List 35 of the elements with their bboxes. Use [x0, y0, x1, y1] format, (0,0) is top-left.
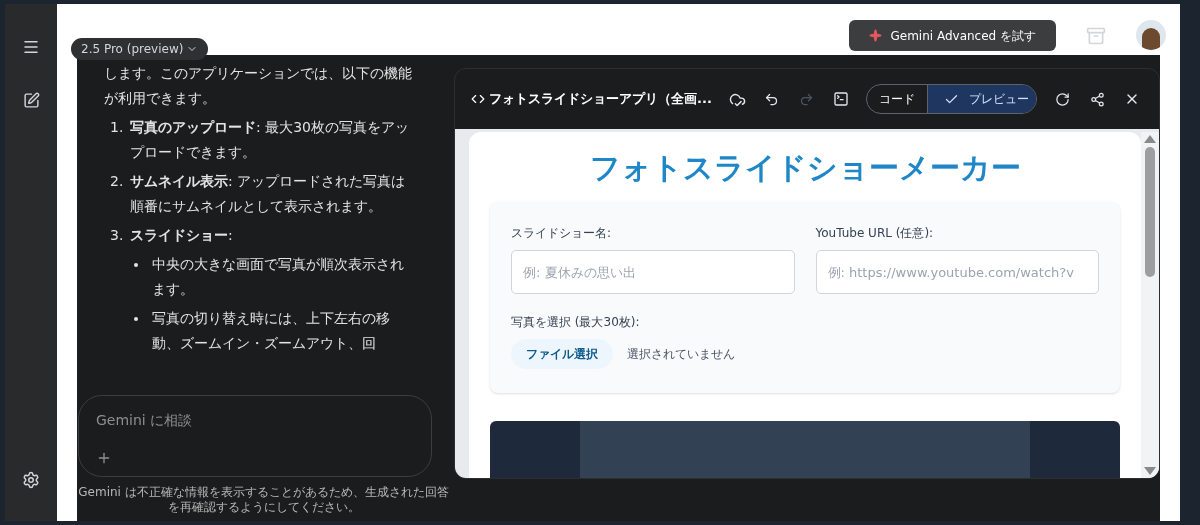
bullet-icon [134, 317, 138, 321]
upgrade-button[interactable]: Gemini Advanced を試す [849, 20, 1056, 51]
bullet-icon [134, 263, 138, 267]
view-tab[interactable]: コード [867, 85, 928, 113]
field-label: スライドショー名: [511, 225, 613, 242]
settings-icon[interactable] [22, 471, 40, 489]
scrollbar[interactable] [1141, 132, 1159, 478]
field-label: YouTube URL (任意): [815, 225, 935, 242]
text-field[interactable]: 例: 夏休みの思い出 [511, 250, 795, 294]
code-icon [471, 92, 485, 106]
text-field[interactable]: 例: https://www.youtube.com/watch?v [815, 250, 1099, 294]
edit-icon[interactable] [22, 92, 40, 109]
prompt-input[interactable]: Gemini に相談 [96, 410, 414, 431]
prompt-field[interactable]: Gemini に相談 [78, 395, 432, 477]
avatar[interactable] [1136, 20, 1166, 50]
bullet-text: 写真の切り替え時には、上下左右の移動、ズームイン・ズームアウト、回 [152, 309, 391, 353]
list-item-text: サムネイル表示: アップロードされた写真は順番にサムネイルとして表示されます。 [130, 172, 407, 216]
list-number: 1. [109, 118, 125, 137]
menu-icon[interactable] [22, 38, 40, 56]
list-item-text: 写真のアップロード: 最大30枚の写真をアップロードできます。 [130, 118, 410, 162]
view-tab[interactable]: プレビュー [927, 85, 1037, 113]
list-number: 2. [109, 172, 125, 191]
add-icon[interactable] [96, 450, 112, 466]
file-select-button[interactable]: ファイル選択 [511, 339, 613, 369]
bullet-text: 中央の大きな画面で写真が順次表示されます。 [152, 255, 405, 299]
list-number: 3. [109, 226, 125, 245]
field-label: 写真を選択 (最大30枚): [511, 314, 641, 331]
response-text: します。このアプリケーションでは、以下の機能が利用できます。 [104, 64, 413, 108]
model-selector[interactable]: 2.5 Pro (preview) [71, 38, 209, 60]
canvas-title: フォトスライドショーアプリ（全画... [489, 90, 712, 109]
file-status: 選択されていません [627, 346, 735, 363]
page-heading: フォトスライドショーメーカー [588, 149, 1022, 187]
disclaimer: Gemini は不正確な情報を表示することがあるため、生成された回答を再確認するようにしてください。 [77, 485, 450, 515]
list-item-text: スライドショー: [130, 226, 233, 245]
sparkle-icon [869, 29, 883, 42]
